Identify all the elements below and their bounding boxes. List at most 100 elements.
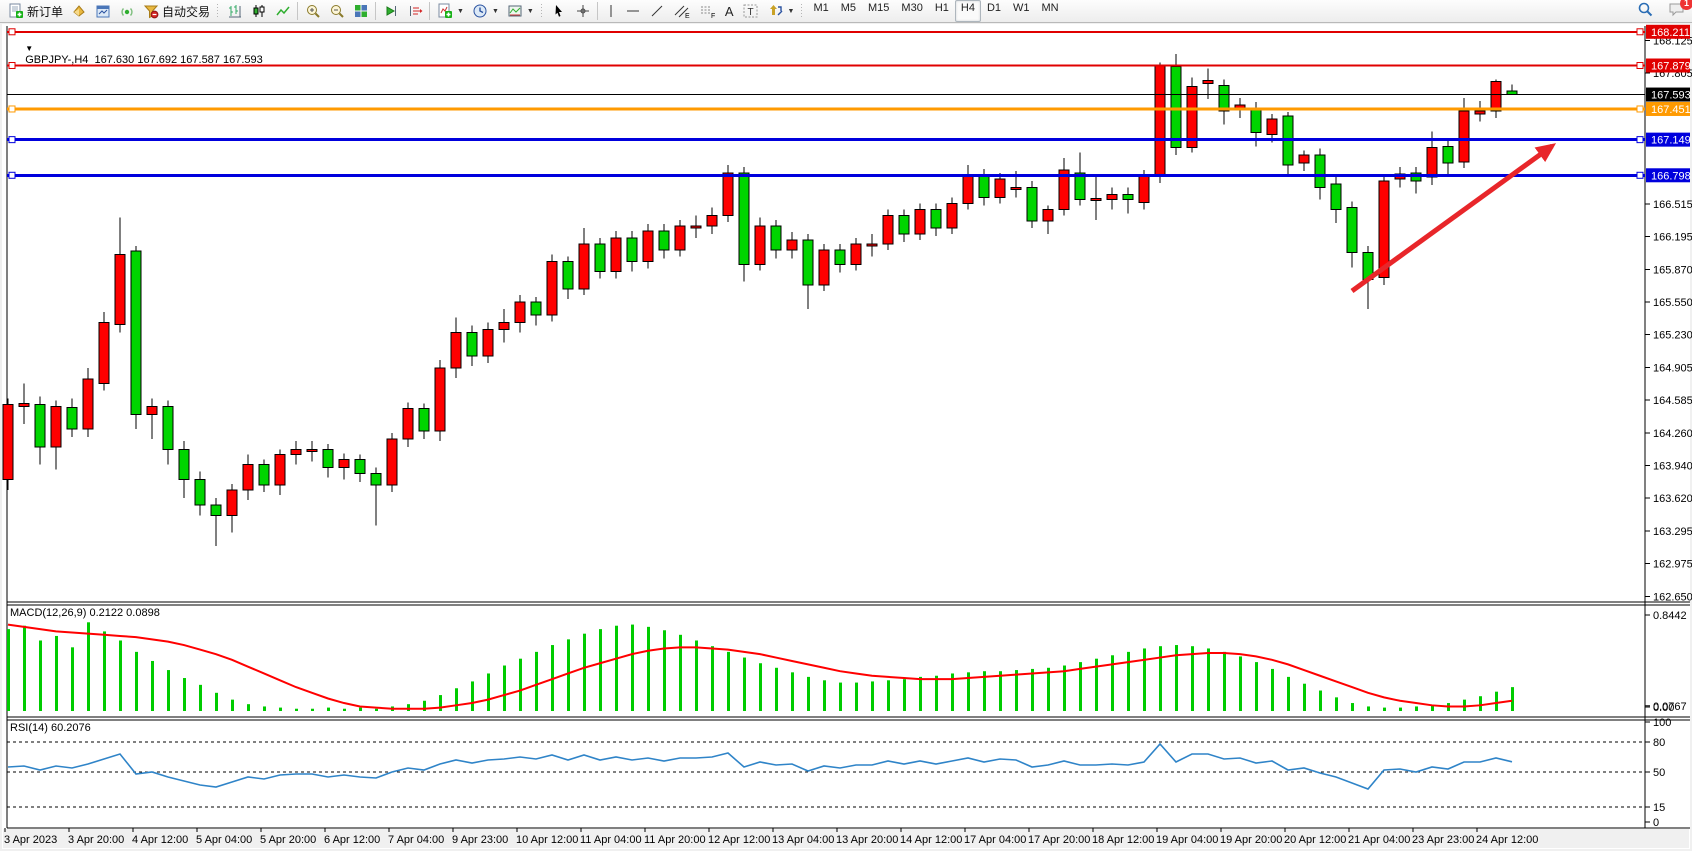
svg-text:166.515: 166.515 bbox=[1653, 199, 1692, 211]
auto-scroll-button[interactable] bbox=[379, 0, 403, 22]
tile-windows-button[interactable] bbox=[349, 0, 373, 22]
chart-canvas[interactable]: 168.125167.805166.515166.195165.870165.5… bbox=[0, 0, 1692, 851]
bull-candle bbox=[339, 459, 349, 467]
tf-m5-button[interactable]: M5 bbox=[835, 0, 862, 22]
text-label-icon: T bbox=[742, 3, 760, 19]
equidistant-channel-button[interactable]: E bbox=[669, 0, 695, 22]
bear-candle bbox=[627, 238, 637, 261]
notifications-button[interactable]: 1 bbox=[1668, 1, 1686, 22]
templates-button[interactable]: ▼ bbox=[503, 0, 538, 22]
tf-m30-button[interactable]: M30 bbox=[895, 0, 928, 22]
tf-mn-button[interactable]: MN bbox=[1036, 0, 1065, 22]
bear-candle bbox=[1075, 173, 1085, 199]
tf-d1-button[interactable]: D1 bbox=[981, 0, 1007, 22]
horizontal-line-button[interactable] bbox=[621, 0, 645, 22]
macd-bar bbox=[359, 708, 362, 711]
tf-m1-button[interactable]: M1 bbox=[807, 0, 834, 22]
chart-title-row: ▼ GBPJPY-,H4 167.630 167.692 167.587 167… bbox=[13, 30, 263, 78]
bear-candle bbox=[595, 244, 605, 271]
vertical-line-button[interactable] bbox=[601, 0, 621, 22]
macd-bar bbox=[631, 625, 634, 711]
macd-bar bbox=[1415, 706, 1418, 711]
svg-text:162.650: 162.650 bbox=[1653, 592, 1692, 604]
indicators-icon bbox=[437, 3, 453, 19]
bull-candle bbox=[99, 322, 109, 383]
crosshair-button[interactable] bbox=[571, 0, 595, 22]
bear-candle bbox=[1347, 208, 1357, 253]
hline-handle[interactable] bbox=[9, 106, 15, 112]
chart-shift-icon bbox=[407, 3, 423, 19]
zoom-out-button[interactable] bbox=[325, 0, 349, 22]
svg-text:166.195: 166.195 bbox=[1653, 232, 1692, 244]
cursor-button[interactable] bbox=[547, 0, 571, 22]
hline-handle[interactable] bbox=[1637, 137, 1643, 143]
notification-badge: 1 bbox=[1680, 0, 1692, 10]
tf-w1-button[interactable]: W1 bbox=[1007, 0, 1036, 22]
chart-shift-button[interactable] bbox=[403, 0, 427, 22]
bull-candle bbox=[707, 216, 717, 226]
svg-text:164.905: 164.905 bbox=[1653, 363, 1692, 375]
toolbar-grip bbox=[540, 3, 544, 19]
fibonacci-button[interactable]: F bbox=[695, 0, 721, 22]
macd-bar bbox=[1207, 648, 1210, 711]
macd-bar bbox=[71, 647, 74, 711]
chart-title: GBPJPY-,H4 167.630 167.692 167.587 167.5… bbox=[25, 54, 263, 66]
bear-candle bbox=[179, 449, 189, 479]
search-icon[interactable] bbox=[1637, 1, 1654, 23]
macd-bar bbox=[327, 708, 330, 711]
bull-candle bbox=[819, 250, 829, 285]
svg-text:E: E bbox=[685, 13, 690, 19]
signal-icon bbox=[119, 3, 135, 19]
line-chart-button[interactable] bbox=[271, 0, 295, 22]
macd-bar bbox=[519, 659, 522, 711]
bear-candle bbox=[259, 465, 269, 485]
time-label: 13 Apr 20:00 bbox=[836, 834, 898, 846]
macd-bar bbox=[807, 677, 810, 711]
macd-bar bbox=[599, 629, 602, 711]
indicators-button[interactable]: ▼ bbox=[433, 0, 468, 22]
periods-button[interactable]: ▼ bbox=[468, 0, 503, 22]
toolbar-separator bbox=[297, 2, 298, 20]
macd-bar bbox=[1319, 691, 1322, 711]
styles-button[interactable] bbox=[67, 0, 91, 22]
macd-bar bbox=[727, 652, 730, 711]
macd-bar bbox=[311, 709, 314, 711]
fibonacci-icon: F bbox=[699, 3, 717, 19]
tf-h1-button[interactable]: H1 bbox=[929, 0, 955, 22]
bear-candle bbox=[1331, 184, 1341, 209]
market-watch-button[interactable] bbox=[91, 0, 115, 22]
text-label-button[interactable]: T bbox=[738, 0, 764, 22]
signals-button[interactable] bbox=[115, 0, 139, 22]
hline-handle[interactable] bbox=[9, 137, 15, 143]
one-click-trading-toggle[interactable]: ▼ bbox=[25, 44, 33, 53]
hline-handle[interactable] bbox=[1637, 172, 1643, 178]
bull-candle bbox=[1299, 155, 1309, 163]
svg-text:F: F bbox=[711, 13, 715, 19]
hline-handle[interactable] bbox=[9, 172, 15, 178]
rsi-indicator-label: RSI(14) 60.2076 bbox=[10, 722, 91, 734]
macd-bar bbox=[791, 672, 794, 711]
bear-candle bbox=[67, 408, 77, 429]
auto-scroll-icon bbox=[383, 3, 399, 19]
new-order-button[interactable]: 新订单 bbox=[4, 0, 67, 22]
hline-handle[interactable] bbox=[1637, 29, 1643, 35]
bear-candle bbox=[211, 505, 221, 515]
bull-candle bbox=[675, 226, 685, 250]
bar-chart-button[interactable] bbox=[223, 0, 247, 22]
text-tool-button[interactable]: A bbox=[721, 0, 738, 22]
macd-bar bbox=[1287, 677, 1290, 711]
time-label: 12 Apr 12:00 bbox=[708, 834, 770, 846]
candlestick-button[interactable] bbox=[247, 0, 271, 22]
trendline-button[interactable] bbox=[645, 0, 669, 22]
zoom-in-button[interactable] bbox=[301, 0, 325, 22]
tf-m15-button[interactable]: M15 bbox=[862, 0, 895, 22]
bull-candle bbox=[1107, 194, 1117, 199]
hline-handle[interactable] bbox=[1637, 63, 1643, 69]
paint-bucket-icon bbox=[71, 3, 87, 19]
arrows-tool-button[interactable]: ▼ bbox=[764, 0, 799, 22]
bull-candle bbox=[547, 261, 557, 315]
auto-trading-button[interactable]: 自动交易 bbox=[139, 0, 214, 22]
tf-h4-button[interactable]: H4 bbox=[955, 0, 981, 22]
macd-bar bbox=[1335, 697, 1338, 711]
hline-handle[interactable] bbox=[1637, 106, 1643, 112]
